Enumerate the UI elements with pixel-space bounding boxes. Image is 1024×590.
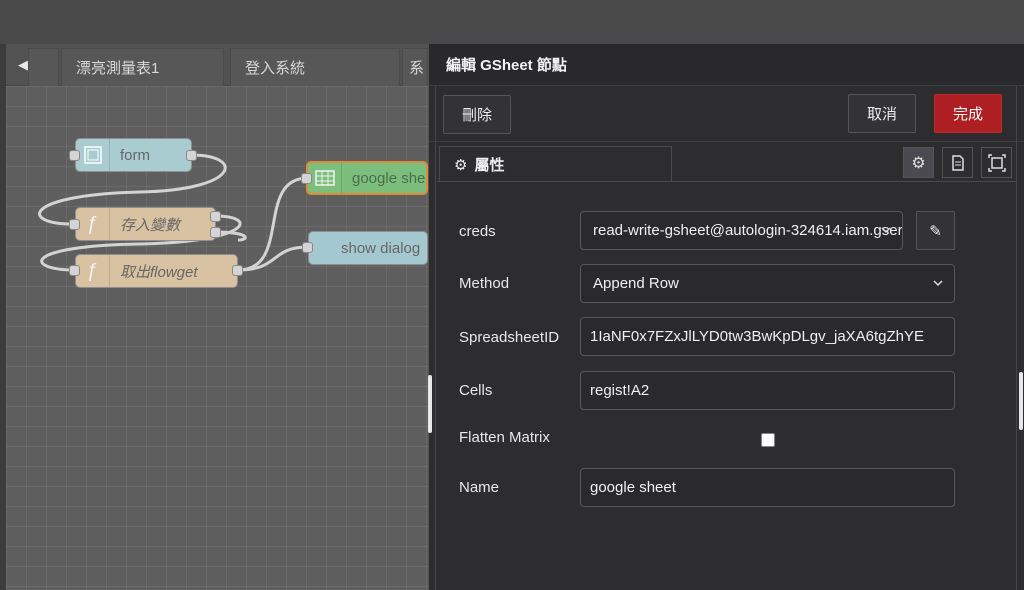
method-value: Append Row [593,275,679,292]
output-port[interactable] [186,150,197,161]
panel-scrollbar[interactable] [1019,372,1023,430]
node-label: 取出flowget [120,263,198,281]
node-wires [38,153,309,272]
description-icon-button[interactable] [942,147,973,178]
node-label: form [120,146,150,164]
creds-value: read-write-gsheet@autologin-324614.iam.g… [593,222,903,239]
document-icon [951,154,964,171]
form-icon [76,139,110,171]
wire-get-to-dialog [237,245,309,272]
creds-select[interactable]: read-write-gsheet@autologin-324614.iam.g… [580,211,903,250]
node-show-dialog[interactable]: show dialog [308,231,428,265]
name-value: google sheet [590,479,676,496]
settings-icon-button[interactable]: ⚙ [903,147,934,178]
done-button[interactable]: 完成 [934,94,1002,133]
node-label: 存入變數 [120,216,181,234]
edit-node-panel: 編輯 GSheet 節點 刪除 取消 完成 ⚙ 屬性 ⚙ creds read-… [428,44,1024,590]
app-window: ◀ 漂亮測量表1 登入系統 系 form ƒ 存入變數 ƒ 取出flowget … [0,0,1024,590]
function-icon: ƒ [76,208,110,240]
input-port[interactable] [302,242,313,253]
output-port[interactable] [210,227,221,238]
input-port[interactable] [301,173,312,184]
cells-value: regist!A2 [590,382,650,399]
delete-button[interactable]: 刪除 [443,95,511,134]
frame-icon [987,153,1006,172]
table-icon [308,163,342,193]
panel-inner-divider [435,86,436,590]
method-label: Method [459,275,510,292]
creds-label: creds [459,223,496,240]
node-get-flow[interactable]: ƒ 取出flowget [75,254,238,288]
cells-label: Cells [459,382,493,399]
chevron-down-icon [933,280,943,287]
method-select[interactable]: Append Row [580,264,955,303]
node-form[interactable]: form [75,138,192,172]
flatten-matrix-checkbox[interactable] [761,433,775,447]
spreadsheet-id-value: 1IaNF0x7FZxJlLYD0tw3BwKpDLgv_jaXA6tgZhYE [590,328,925,345]
spreadsheet-id-input[interactable]: 1IaNF0x7FZxJlLYD0tw3BwKpDLgv_jaXA6tgZhYE [580,317,955,356]
node-google-sheet[interactable]: google sheet [306,161,428,195]
gear-icon: ⚙ [911,154,926,172]
node-label: google sheet [352,169,426,187]
cells-input[interactable]: regist!A2 [580,371,955,410]
tab-properties[interactable]: ⚙ 屬性 [439,146,672,182]
output-port[interactable] [210,211,221,222]
panel-toolbar: 刪除 取消 完成 [429,86,1024,142]
edit-creds-button[interactable]: ✎ [916,211,955,250]
gear-icon: ⚙ [454,156,468,174]
appearance-icon-button[interactable] [981,147,1012,178]
workspace-resize-handle[interactable] [428,375,432,433]
panel-right-divider [1016,86,1017,590]
name-label: Name [459,479,500,496]
cancel-button[interactable]: 取消 [848,94,916,133]
input-port[interactable] [69,265,80,276]
panel-title: 編輯 GSheet 節點 [429,44,1024,86]
spreadsheet-id-label: SpreadsheetID [459,329,560,346]
node-store-variable[interactable]: ƒ 存入變數 [75,207,216,241]
chevron-down-icon [881,227,891,234]
flatten-matrix-label: Flatten Matrix [459,429,550,446]
tabs-divider [437,181,1017,182]
node-label: show dialog [341,239,421,257]
pencil-icon: ✎ [929,222,942,240]
input-port[interactable] [69,150,80,161]
output-port[interactable] [232,265,243,276]
wire-get-to-sheet [237,176,309,272]
properties-tab-label: 屬性 [474,157,505,174]
function-icon: ƒ [76,255,110,287]
input-port[interactable] [69,219,80,230]
name-input[interactable]: google sheet [580,468,955,507]
